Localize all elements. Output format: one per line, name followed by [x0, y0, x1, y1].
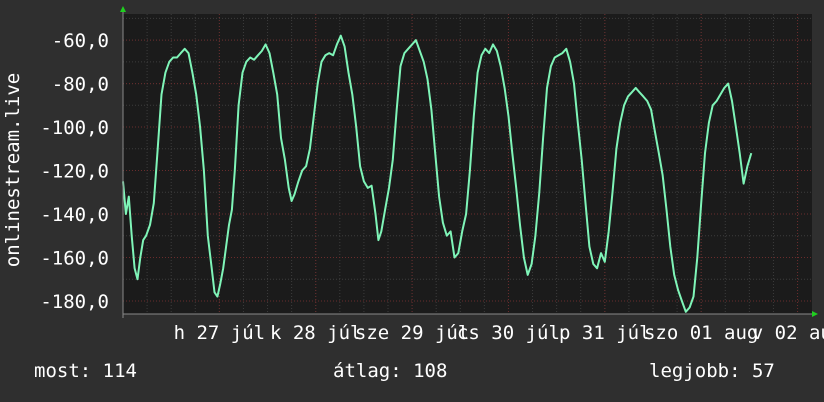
x-tick-label: sze 29 júl	[355, 322, 469, 344]
y-tick-label: -60,0	[52, 30, 109, 52]
y-axis-ticks: -60,0 -80,0 -100,0 -120,0 -140,0 -160,0 -180,0	[40, 30, 109, 313]
y-axis-label: onlinestream.live	[2, 73, 24, 267]
x-tick-label: cs 30 júl	[457, 322, 560, 344]
x-tick-label: p 31 júl	[559, 322, 651, 344]
average-value: átlag: 108	[333, 360, 448, 382]
y-tick-label: -160,0	[40, 247, 109, 269]
y-tick-label: -120,0	[40, 161, 109, 183]
chart: -60,0 -80,0 -100,0 -120,0 -140,0 -160,0 -180,0…	[2, 6, 824, 344]
y-axis-arrow	[120, 6, 126, 12]
y-tick-label: -100,0	[40, 117, 109, 139]
footer: most: 114 átlag: 108 legjobb: 57	[0, 360, 824, 390]
y-tick-label: -180,0	[40, 291, 109, 313]
x-tick-label: k 28 júl	[270, 322, 362, 344]
x-tick-label: v 02 aug	[752, 322, 824, 344]
x-axis-arrow	[812, 311, 818, 317]
current-value: most: 114	[34, 360, 137, 382]
best-value: legjobb: 57	[649, 360, 775, 382]
x-axis-ticks: h 27 júl k 28 júlsze 29 júlcs 30 júl p 31 …	[174, 322, 824, 344]
y-tick-label: -80,0	[52, 74, 109, 96]
x-tick-label: szo 01 aug	[644, 322, 758, 344]
plot-area	[123, 14, 812, 314]
x-tick-label: h 27 júl	[174, 322, 266, 344]
y-tick-label: -140,0	[40, 204, 109, 226]
